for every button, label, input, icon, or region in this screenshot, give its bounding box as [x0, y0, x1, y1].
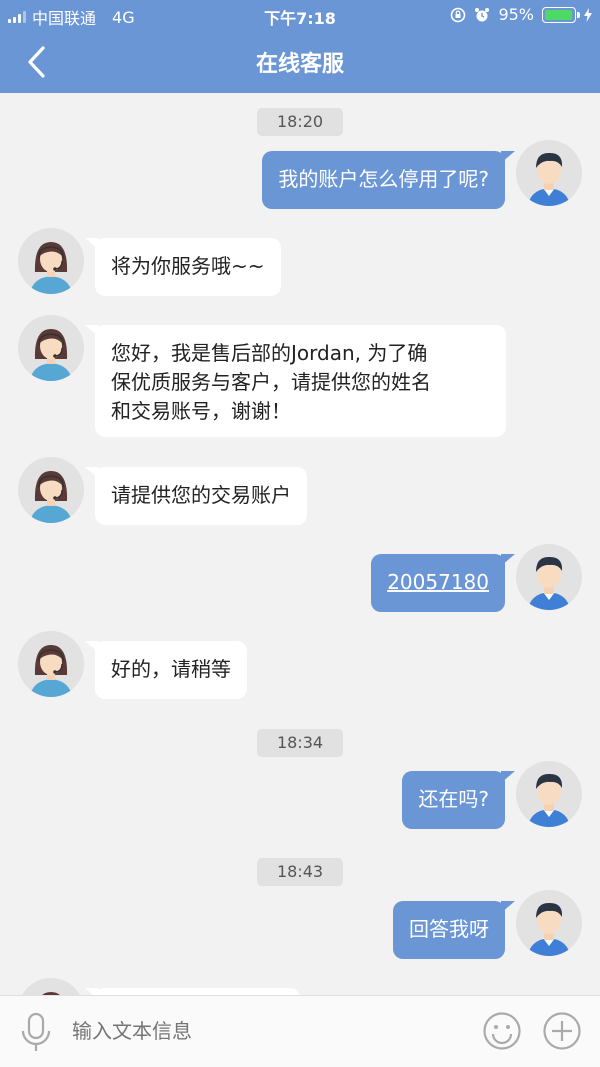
- message-bubble-outgoing[interactable]: 我的账户怎么停用了呢?: [262, 151, 515, 209]
- agent-avatar[interactable]: [18, 228, 84, 294]
- message-bubble-outgoing[interactable]: 回答我呀: [393, 901, 515, 959]
- nav-bar: 在线客服: [0, 30, 600, 93]
- message-bubble-outgoing[interactable]: 20057180: [371, 554, 515, 612]
- agent-avatar[interactable]: [18, 315, 84, 381]
- user-avatar[interactable]: [516, 761, 582, 827]
- message-input[interactable]: [72, 1016, 452, 1046]
- agent-avatar[interactable]: [18, 631, 84, 697]
- agent-avatar[interactable]: [18, 978, 84, 995]
- battery-icon: [542, 6, 580, 23]
- input-bar: [0, 995, 600, 1067]
- message-line: 您好，我是售后部的Jordan, 为了确: [111, 341, 428, 365]
- more-button[interactable]: [542, 1011, 582, 1055]
- plus-circle-icon: [543, 1012, 581, 1050]
- chat-list[interactable]: 18:20 我的账户怎么停用了呢? 将为你服务哦~~ 您好，我是售后部的Jord…: [0, 93, 600, 995]
- status-bar: 中国联通 4G 下午7:18 95%: [0, 0, 600, 30]
- microphone-icon: [21, 1012, 51, 1051]
- page-title: 在线客服: [255, 52, 344, 77]
- user-avatar[interactable]: [516, 890, 582, 956]
- message-bubble-incoming[interactable]: 好的，请稍等: [85, 641, 247, 699]
- timestamp: 18:34: [257, 729, 343, 757]
- agent-avatar[interactable]: [18, 457, 84, 523]
- message-bubble-outgoing[interactable]: 还在吗?: [402, 771, 515, 829]
- account-number-link[interactable]: 20057180: [387, 570, 489, 594]
- alarm-icon: [475, 7, 490, 21]
- emoji-button[interactable]: [482, 1011, 522, 1055]
- message-bubble-incoming[interactable]: 您好，我是售后部的Jordan, 为了确 保优质服务与客户，请提供您的姓名 和交…: [85, 325, 506, 437]
- user-avatar[interactable]: [516, 140, 582, 206]
- battery-percent: 95%: [498, 5, 534, 24]
- user-avatar[interactable]: [516, 544, 582, 610]
- timestamp: 18:20: [257, 108, 343, 136]
- message-bubble-incoming[interactable]: [85, 988, 300, 995]
- voice-button[interactable]: [18, 1012, 54, 1056]
- timestamp: 18:43: [257, 858, 343, 886]
- message-bubble-incoming[interactable]: 请提供您的交易账户: [85, 467, 307, 525]
- charging-icon: [584, 7, 592, 22]
- message-line: 保优质服务与客户，请提供您的姓名: [111, 370, 431, 394]
- smiley-icon: [483, 1012, 521, 1050]
- rotation-lock-icon: [451, 7, 466, 22]
- message-bubble-incoming[interactable]: 将为你服务哦~~: [85, 238, 281, 296]
- message-line: 和交易账号，谢谢！: [111, 399, 291, 423]
- header: 中国联通 4G 下午7:18 95% 在线客服: [0, 0, 600, 93]
